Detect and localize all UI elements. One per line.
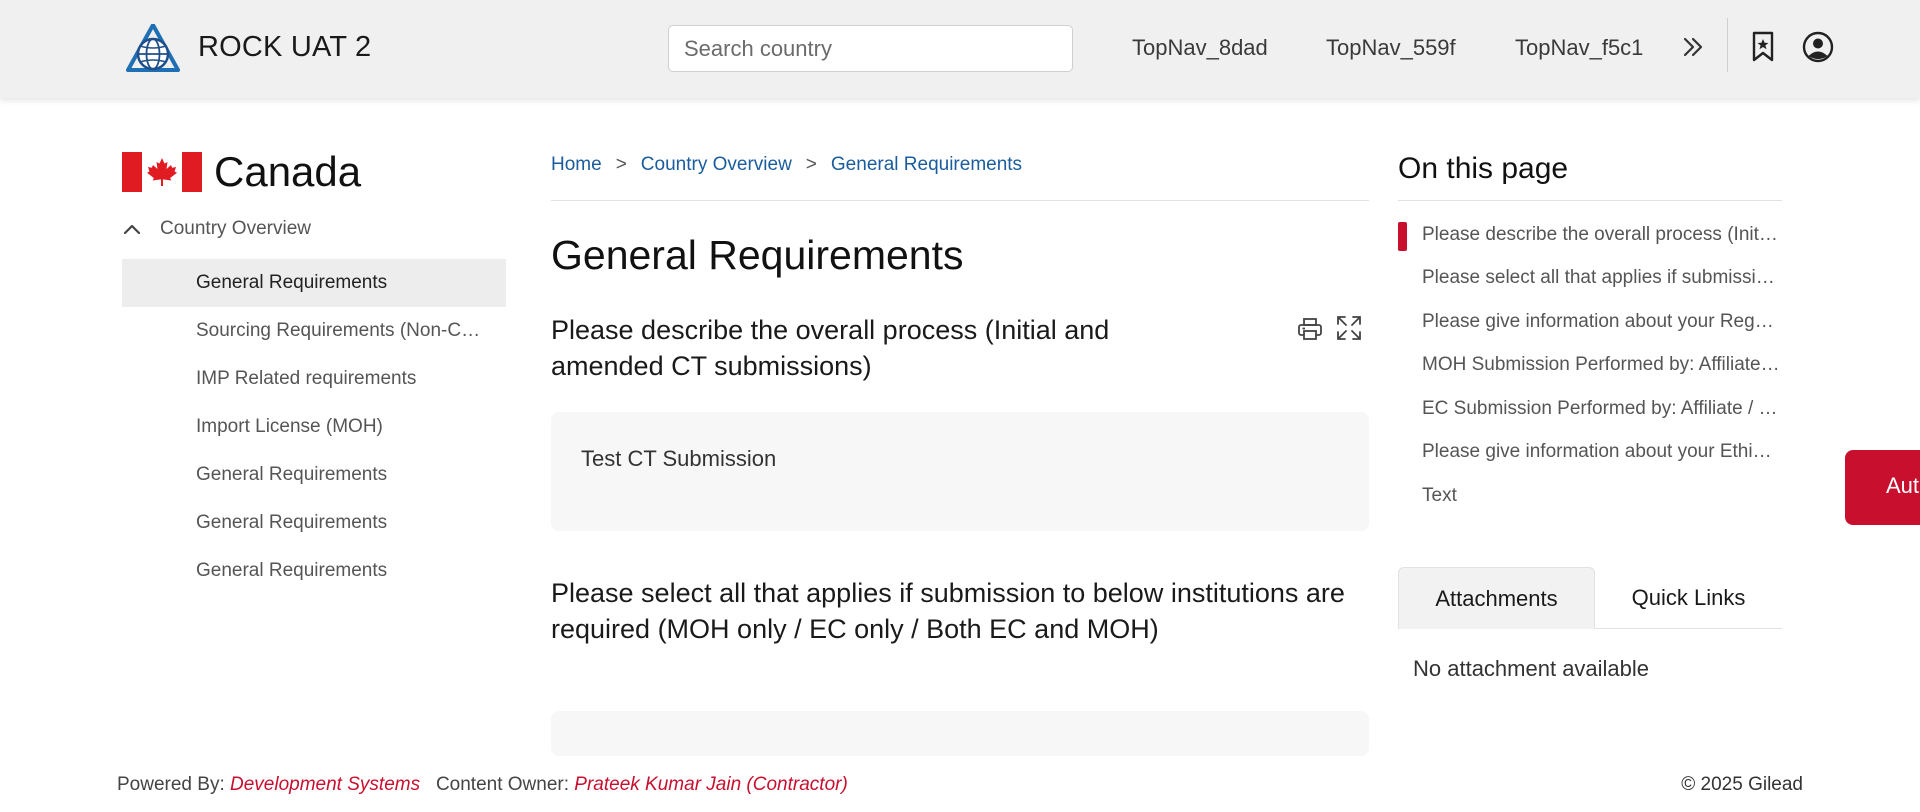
header-divider	[1727, 18, 1728, 72]
canada-flag-icon	[122, 152, 202, 192]
topnav-item-1[interactable]: TopNav_8dad	[1132, 35, 1268, 61]
on-this-page-item[interactable]: Please give information about your Ethic…	[1398, 431, 1782, 475]
sidebar-item-import-license[interactable]: Import License (MOH)	[122, 403, 506, 451]
sidebar-item-general-requirements-3[interactable]: General Requirements	[122, 499, 506, 547]
on-this-page-item-label: MOH Submission Performed by: Affiliate /…	[1422, 354, 1780, 376]
on-this-page-item[interactable]: EC Submission Performed by: Affiliate / …	[1398, 387, 1782, 431]
country-name: Canada	[214, 148, 362, 195]
expand-fullscreen-icon[interactable]	[1335, 314, 1363, 342]
copyright: © 2025 Gilead	[1681, 774, 1803, 795]
question-1-text: Please describe the overall process (Ini…	[551, 315, 1110, 381]
sidebar-item-label: IMP Related requirements	[196, 368, 417, 389]
on-this-page-item[interactable]: Please describe the overall process (Ini…	[1398, 213, 1782, 257]
answer-box-1: Test CT Submission	[551, 412, 1369, 531]
country-heading: Canada	[122, 148, 361, 196]
breadcrumb: Home > Country Overview > General Requir…	[551, 154, 1022, 176]
side-tab-button[interactable]: Aut	[1845, 450, 1920, 525]
sidebar-item-general-requirements-4[interactable]: General Requirements	[122, 547, 506, 595]
sidebar-item-label: General Requirements	[196, 512, 388, 533]
sidebar-item-label: General Requirements	[196, 272, 388, 293]
on-this-page-item[interactable]: MOH Submission Performed by: Affiliate /…	[1398, 344, 1782, 388]
footer: Powered By: Development Systems Content …	[0, 756, 1920, 812]
on-this-page-item-label: EC Submission Performed by: Affiliate / …	[1422, 397, 1780, 419]
on-this-page-title: On this page	[1398, 152, 1569, 185]
on-this-page-item[interactable]: Please select all that applies if submis…	[1398, 257, 1782, 301]
breadcrumb-general-requirements[interactable]: General Requirements	[831, 154, 1022, 176]
question-2-text: Please select all that applies if submis…	[551, 578, 1345, 644]
on-this-page-list: Please describe the overall process (Ini…	[1398, 213, 1782, 518]
top-header: ROCK UAT 2 TopNav_8dad TopNav_559f TopNa…	[0, 0, 1920, 98]
sidebar-item-sourcing-requirements[interactable]: Sourcing Requirements (Non-Commercial)	[122, 307, 506, 355]
on-this-page-item[interactable]: Text	[1398, 474, 1782, 518]
on-this-page-item-label: Please give information about your Ethic…	[1422, 441, 1780, 463]
topnav-item-3[interactable]: TopNav_f5c1	[1515, 35, 1643, 61]
sidebar-item-label: Sourcing Requirements (Non-Commercial)	[196, 320, 486, 341]
on-this-page-item[interactable]: Please give information about your Regul…	[1398, 300, 1782, 344]
answer-box-2	[551, 711, 1369, 756]
content-owner-link[interactable]: Prateek Kumar Jain (Contractor)	[574, 774, 848, 795]
app-title[interactable]: ROCK UAT 2	[198, 31, 371, 64]
bookmark-star-icon[interactable]	[1748, 30, 1778, 64]
powered-by-link[interactable]: Development Systems	[230, 774, 420, 795]
attachments-tabs: Attachments Quick Links	[1398, 567, 1782, 629]
answer-1-text: Test CT Submission	[581, 446, 777, 471]
on-this-page-item-label: Please describe the overall process (Ini…	[1422, 223, 1780, 245]
tab-quick-links[interactable]: Quick Links	[1595, 567, 1782, 629]
globe-logo-icon[interactable]	[126, 24, 180, 74]
tab-attachments[interactable]: Attachments	[1398, 567, 1595, 629]
chevron-up-icon[interactable]	[122, 222, 142, 236]
sidebar-item-label: Import License (MOH)	[196, 416, 383, 437]
on-this-page-item-label: Please give information about your Regul…	[1422, 310, 1780, 332]
sidebar-item-label: General Requirements	[196, 464, 388, 485]
breadcrumb-divider	[551, 200, 1369, 201]
on-this-page-item-label: Please select all that applies if submis…	[1422, 267, 1780, 289]
sidebar-item-general-requirements-2[interactable]: General Requirements	[122, 451, 506, 499]
nav-group-country-overview[interactable]: Country Overview	[122, 218, 311, 240]
content-owner-label: Content Owner:	[435, 774, 570, 795]
topnav-item-2[interactable]: TopNav_559f	[1326, 35, 1456, 61]
page-title: General Requirements	[551, 232, 964, 278]
print-icon[interactable]	[1296, 315, 1324, 343]
breadcrumb-home[interactable]: Home	[551, 154, 602, 176]
powered-by-label: Powered By:	[117, 774, 225, 795]
sidebar-item-imp-related[interactable]: IMP Related requirements	[122, 355, 506, 403]
nav-group-label[interactable]: Country Overview	[160, 218, 311, 240]
on-this-page-item-label: Text	[1422, 484, 1457, 506]
on-this-page-divider	[1398, 200, 1782, 201]
sidebar-item-general-requirements[interactable]: General Requirements	[122, 259, 506, 307]
footer-credits: Powered By: Development Systems Content …	[117, 774, 848, 796]
sidebar-nav-list: General Requirements Sourcing Requiremen…	[122, 259, 506, 595]
breadcrumb-country-overview[interactable]: Country Overview	[641, 154, 792, 176]
breadcrumb-separator: >	[615, 154, 627, 175]
breadcrumb-separator: >	[805, 154, 817, 175]
no-attachment-message: No attachment available	[1413, 656, 1650, 681]
double-chevron-right-icon[interactable]	[1680, 32, 1706, 62]
sidebar-item-label: General Requirements	[196, 560, 388, 581]
user-circle-icon[interactable]	[1800, 29, 1836, 65]
search-country-input[interactable]	[668, 25, 1073, 72]
